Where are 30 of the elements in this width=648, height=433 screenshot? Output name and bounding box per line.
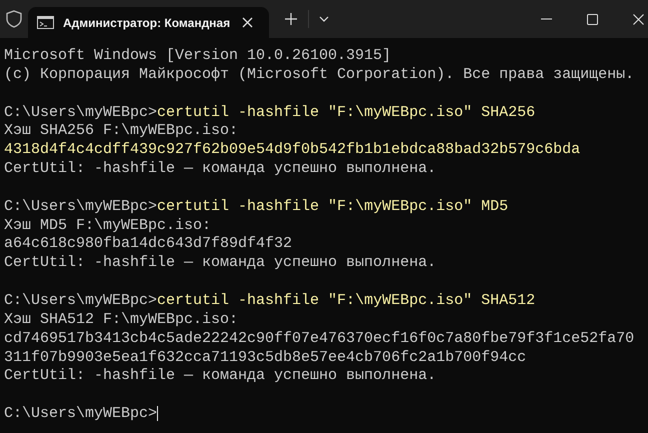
prompt-text: C:\Users\myWEBpc> (4, 198, 158, 215)
terminal-icon (37, 16, 54, 29)
output-text: a64c618c980fba14dc643d7f89df4f32 (4, 235, 292, 252)
output-text: CertUtil: -hashfile — команда успешно выполнена. (4, 254, 436, 272)
new-tab-icon[interactable] (285, 13, 297, 25)
minimize-icon[interactable] (541, 18, 552, 20)
prompt-text: C:\Users\myWEBpc> (4, 104, 158, 121)
command-text: certutil -hashfile "F:\myWEBpc.iso" SHA512 (157, 292, 536, 309)
hash-text: 4318d4f4c4cdff439c927f62b09e54d9f0b542fb1b1ebdca88bad32b579c6bda (4, 141, 580, 158)
output-text: Хэш SHA256 F:\myWEBpc.iso: (4, 122, 238, 140)
output-text: (c) Корпорация Майкрософт (Microsoft Corporation). Все права защищены. (4, 66, 634, 83)
command-text: certutil -hashfile "F:\myWEBpc.iso" SHA256 (157, 104, 536, 121)
maximize-icon[interactable] (587, 14, 598, 24)
output-text: Хэш MD5 F:\myWEBpc.iso: (4, 216, 212, 234)
output-text: CertUtil: -hashfile — команда успешно выполнена. (4, 367, 436, 384)
close-icon[interactable] (633, 14, 644, 24)
terminal-tab[interactable]: Администратор: Командная (28, 7, 269, 38)
command-text: certutil -hashfile "F:\myWEBpc.iso" MD5 (157, 198, 508, 215)
tab-title: Администратор: Командная (63, 16, 232, 30)
output-text: CertUtil: -hashfile — команда успешно выполнена. (4, 160, 436, 178)
dropdown-icon[interactable] (319, 16, 329, 22)
close-tab-icon[interactable] (242, 17, 253, 28)
shield-icon (6, 10, 22, 28)
prompt-text: C:\Users\myWEBpc> (4, 405, 158, 422)
output-text: 311f07b9903e5ea1f632cca71193c5db8e57ee4cb706fc2a1b700f94cc (4, 348, 526, 366)
prompt-text: C:\Users\myWEBpc> (4, 292, 158, 309)
text-cursor (157, 406, 158, 421)
output-text: cd7469517b3413cb4c5ade22242c90ff07e476370ecf16f0c7a80fbe79f3f1ce52fa70 (4, 330, 634, 347)
output-text: Microsoft Windows [Version 10.0.26100.3915] (4, 47, 392, 64)
output-text: Хэш SHA512 F:\myWEBpc.iso: (4, 310, 238, 328)
